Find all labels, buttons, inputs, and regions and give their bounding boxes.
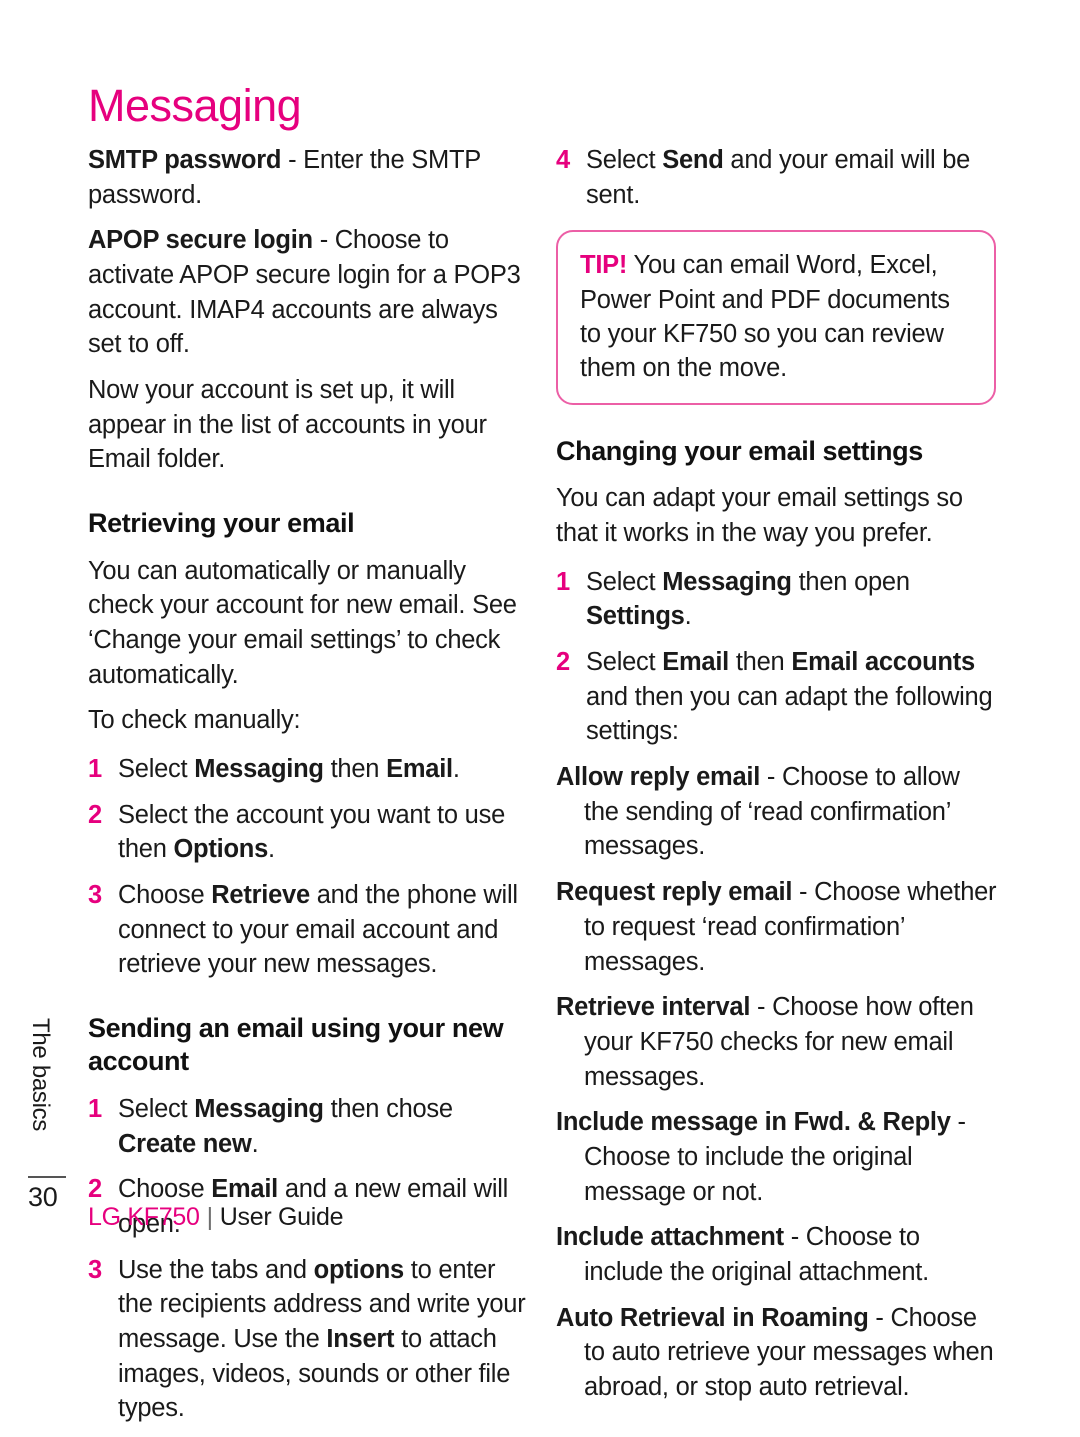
step-number: 4 — [556, 146, 570, 174]
heading-retrieving-your-email: Retrieving your email — [88, 508, 355, 539]
step-number: 1 — [88, 754, 102, 783]
step-bold-term-2: Insert — [326, 1324, 395, 1353]
apop-definition: APOP secure login - Choose to activate A… — [88, 223, 530, 362]
page-title: Messaging — [88, 80, 302, 132]
step-bold-term-2: Settings — [586, 602, 685, 631]
step-bold-term: Send — [662, 146, 724, 174]
retrieving-paragraph: You can automatically or manually check … — [88, 556, 517, 689]
step-text: Choose — [118, 1175, 212, 1204]
right-column: 4 Select Send and your email will be sent… — [556, 143, 998, 1416]
step-number: 1 — [88, 1094, 102, 1123]
step-text-mid: then — [323, 754, 387, 783]
step-text-mid: then — [729, 648, 792, 677]
page-number: 30 — [28, 1182, 58, 1212]
changing-paragraph: You can adapt your email settings so tha… — [556, 484, 963, 548]
setting-definition: Auto Retrieval in Roaming - Choose to au… — [556, 1301, 998, 1405]
step-bold-term-2: Email accounts — [791, 648, 975, 677]
step-number: 3 — [88, 1255, 102, 1284]
step-number: 2 — [88, 800, 102, 829]
setting-term: Include message in Fwd. & Reply — [556, 1108, 951, 1137]
setting-term: Auto Retrieval in Roaming — [556, 1303, 869, 1332]
footer-separator: | — [206, 1203, 214, 1231]
step-text-mid: then open — [791, 567, 910, 596]
heading-sending-an-email: Sending an email using your new account — [88, 1012, 504, 1077]
left-column: SMTP password - Enter the SMTP password.… — [88, 143, 530, 1437]
list-item: 4 Select Send and your email will be sent… — [556, 143, 998, 212]
step-text-post: . — [684, 602, 692, 631]
chapter-side-tab: The basics 30 — [27, 1018, 82, 1213]
apop-term: APOP secure login — [88, 226, 313, 255]
step-text-post: . — [268, 835, 275, 864]
step-bold-term: Options — [173, 835, 269, 864]
list-item: 2 Select Email then Email accounts and th… — [556, 645, 998, 749]
step-text: Use the tabs and — [118, 1255, 314, 1284]
document-page: Messaging SMTP password - Enter the SMTP… — [0, 0, 1080, 1422]
step-bold-term: Retrieve — [211, 880, 310, 909]
step-text: Choose — [118, 880, 212, 909]
smtp-password-term: SMTP password — [88, 146, 282, 174]
step-bold-term-2: Create new — [118, 1129, 252, 1158]
tip-body: You can email Word, Excel, Power Point a… — [580, 251, 950, 382]
check-manually-label: To check manually: — [88, 706, 301, 735]
list-item: 1 Select Messaging then open Settings. — [556, 565, 998, 634]
footer: LG KF750 | User Guide — [88, 1203, 344, 1232]
step-bold-term: Email — [211, 1175, 279, 1204]
chapter-label: The basics — [27, 1018, 54, 1132]
smtp-password-definition: SMTP password - Enter the SMTP password. — [88, 143, 530, 212]
step-bold-term: options — [313, 1255, 405, 1284]
setting-term: Include attachment — [556, 1223, 784, 1252]
step-text: Select — [118, 1094, 195, 1123]
step-number: 3 — [88, 880, 102, 909]
setting-definition: Retrieve interval - Choose how often you… — [556, 990, 998, 1094]
footer-brand: LG KF750 — [88, 1203, 200, 1231]
side-tab-divider — [28, 1176, 66, 1178]
step-number: 1 — [556, 567, 570, 596]
step-number: 2 — [556, 648, 570, 677]
step-bold-term-2: Email — [386, 754, 453, 783]
tip-callout-box: TIP! You can email Word, Excel, Power Po… — [556, 230, 996, 405]
list-item: 2 Select the account you want to use then… — [88, 798, 530, 867]
step-text: Select — [586, 146, 663, 174]
setting-definition: Request reply email - Choose whether to … — [556, 875, 998, 979]
list-item: 1 Select Messaging then Email. — [88, 752, 530, 787]
step-text-post: and then you can adapt the following set… — [586, 682, 993, 746]
list-item: 3 Use the tabs and options to enter the r… — [88, 1253, 530, 1426]
step-bold-term: Messaging — [194, 1094, 324, 1123]
tip-text: TIP! You can email Word, Excel, Power Po… — [580, 248, 974, 385]
account-setup-paragraph: Now your account is set up, it will appe… — [88, 376, 487, 474]
list-item: 1 Select Messaging then chose Create new. — [88, 1092, 530, 1161]
step-bold-term: Email — [662, 648, 730, 677]
footer-guide-label: User Guide — [219, 1203, 344, 1231]
heading-changing-email-settings: Changing your email settings — [556, 435, 923, 466]
step-text-mid: then chose — [323, 1094, 454, 1123]
step-text-post: . — [452, 754, 460, 783]
setting-definition: Allow reply email - Choose to allow the … — [556, 760, 998, 864]
setting-definition: Include message in Fwd. & Reply - Choose… — [556, 1105, 998, 1209]
step-text: Select — [586, 648, 663, 677]
setting-term: Allow reply email — [556, 763, 761, 792]
step-number: 2 — [88, 1175, 102, 1204]
step-text: Select — [118, 754, 195, 783]
tip-label: TIP! — [580, 251, 628, 280]
step-bold-term: Messaging — [194, 754, 324, 783]
step-bold-term: Messaging — [662, 567, 792, 596]
setting-term: Request reply email — [556, 878, 793, 907]
list-item: 3 Choose Retrieve and the phone will conn… — [88, 878, 530, 982]
step-text: Select — [586, 567, 663, 596]
step-text-post: . — [251, 1129, 259, 1158]
setting-term: Retrieve interval — [556, 993, 751, 1022]
setting-definition: Include attachment - Choose to include t… — [556, 1220, 998, 1289]
